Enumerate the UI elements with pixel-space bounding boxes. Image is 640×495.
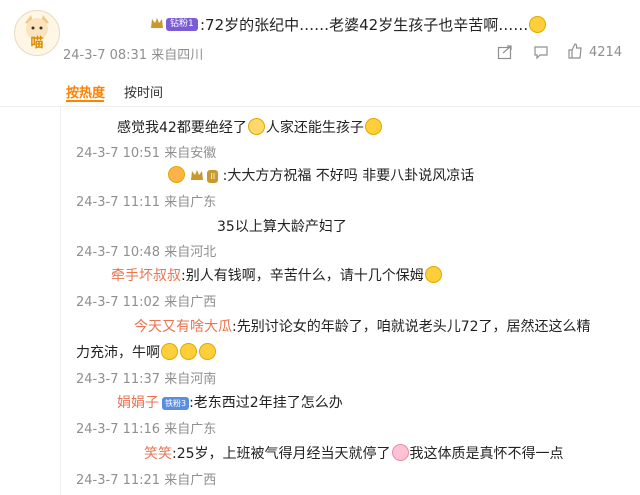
comment-body-continued: 力充沛，牛啊 bbox=[76, 345, 160, 361]
pig-emoji-icon bbox=[391, 444, 409, 461]
comment-meta: 24-3-7 11:11 来自广东 bbox=[76, 195, 217, 210]
crying-laugh-emoji-icon bbox=[161, 343, 178, 360]
comment-username[interactable]: 笑笑 bbox=[144, 446, 172, 462]
comment-icon[interactable] bbox=[533, 44, 549, 60]
fan-badge: 铁粉3 bbox=[162, 397, 190, 410]
like-icon[interactable] bbox=[567, 43, 583, 59]
comment-body: :大大方方祝福 不好吗 非要八卦说风凉话 bbox=[222, 168, 475, 184]
comment-text: 今天又有啥大瓜:先别讨论女的年龄了，咱就说老头儿72了，居然还这么精 bbox=[134, 316, 591, 336]
fan-badge: II bbox=[207, 170, 219, 183]
tab-time[interactable]: 按时间 bbox=[124, 82, 163, 101]
laughing-emoji-icon bbox=[424, 266, 442, 283]
crown-icon bbox=[191, 170, 204, 180]
crying-laugh-emoji-icon bbox=[180, 343, 197, 360]
comment-username[interactable]: 娟娟子 bbox=[117, 395, 159, 411]
comment-text: 牵手坏叔叔:别人有钱啊，辛苦什么，请十几个保姆 bbox=[111, 265, 443, 285]
comment-body: :先别讨论女的年龄了，咱就说老头儿72了，居然还这么精 bbox=[232, 319, 591, 335]
mask-emoji-icon bbox=[247, 118, 265, 135]
comment-text: 笑笑:25岁，上班被气得月经当天就停了 我这体质是真怀不得一点 bbox=[144, 443, 564, 463]
like-count: 4214 bbox=[589, 45, 623, 60]
thinking-emoji-icon bbox=[364, 118, 382, 135]
comment-meta: 24-3-7 11:16 来自广东 bbox=[76, 422, 217, 437]
comment-text-line2: 力充沛，牛啊 bbox=[76, 342, 217, 362]
crown-icon bbox=[151, 18, 163, 28]
avatar[interactable]: 喵 bbox=[14, 10, 60, 56]
crying-laugh-emoji-icon bbox=[199, 343, 216, 360]
reply-thread-line bbox=[60, 106, 61, 495]
comment-text: 感觉我42都要绝经了 人家还能生孩子 bbox=[117, 117, 383, 137]
comment-body: 感觉我42都要绝经了 bbox=[117, 120, 247, 136]
post-timestamp: 24-3-7 08:31 来自四川 bbox=[63, 48, 204, 63]
comment-meta: 24-3-7 10:48 来自河北 bbox=[76, 245, 217, 260]
comment-username[interactable]: 今天又有啥大瓜 bbox=[134, 319, 232, 335]
comment-meta: 24-3-7 11:37 来自河南 bbox=[76, 372, 217, 387]
comment-text: 35以上算大龄产妇了 bbox=[217, 216, 347, 236]
laughing-emoji-icon bbox=[529, 16, 547, 33]
comment-username[interactable]: 牵手坏叔叔 bbox=[111, 268, 181, 284]
divider bbox=[0, 106, 640, 107]
tab-hot[interactable]: 按热度 bbox=[66, 82, 105, 101]
comment-text: 娟娟子 铁粉3:老东西过2年挂了怎么办 bbox=[117, 392, 343, 412]
comment-text: II :大大方方祝福 不好吗 非要八卦说风凉话 bbox=[167, 165, 474, 185]
comment-body: :老东西过2年挂了怎么办 bbox=[189, 395, 343, 411]
comment-meta: 24-3-7 11:21 来自广西 bbox=[76, 473, 217, 488]
share-icon[interactable] bbox=[497, 44, 513, 60]
comment-body-continued: 人家还能生孩子 bbox=[265, 120, 364, 136]
comment-body: :别人有钱啊，辛苦什么，请十几个保姆 bbox=[181, 268, 424, 284]
tab-active-indicator bbox=[66, 100, 104, 102]
post-text-content: :72岁的张纪中……老婆42岁生孩子也辛苦啊…… bbox=[200, 16, 529, 34]
post-text: :72岁的张纪中……老婆42岁生孩子也辛苦啊…… bbox=[200, 14, 547, 35]
avatar-label: 喵 bbox=[30, 36, 44, 51]
comment-meta: 24-3-7 11:02 来自广西 bbox=[76, 295, 217, 310]
fan-badge: 钻粉1 bbox=[166, 18, 198, 31]
comment-meta: 24-3-7 10:51 来自安徽 bbox=[76, 146, 217, 161]
comment-body-continued: 我这体质是真怀不得一点 bbox=[409, 446, 564, 462]
comment-body: 35以上算大龄产妇了 bbox=[217, 219, 347, 235]
comment-body: :25岁，上班被气得月经当天就停了 bbox=[172, 446, 391, 462]
user-avatar-icon bbox=[168, 166, 185, 183]
